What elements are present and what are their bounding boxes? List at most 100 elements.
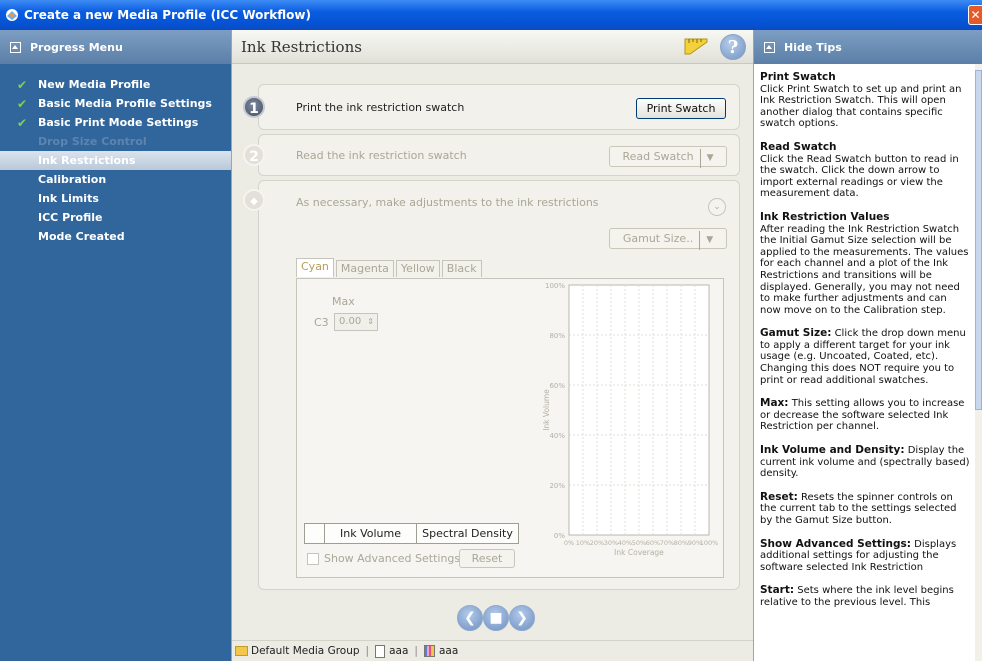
tip-text: Click Print Swatch to set up and print a… [760, 83, 962, 130]
check-icon: ✔ [17, 97, 28, 111]
spinner-arrows-icon[interactable]: ⇕ [367, 314, 374, 330]
title-bar: Create a new Media Profile (ICC Workflow… [0, 0, 982, 30]
status-bar: Default Media Group | aaa | aaa [232, 640, 754, 661]
menu-item-mode-created[interactable]: Mode Created [0, 227, 231, 246]
x-tick-label: 50% [632, 539, 646, 547]
check-icon: ✔ [17, 116, 28, 130]
tip-text: This setting allows you to increase or d… [760, 398, 965, 433]
tip-item: Read Swatch Click the Read Swatch button … [760, 140, 970, 200]
tip-item: Ink Restriction Values After reading the … [760, 211, 970, 316]
step-2-text: Read the ink restriction swatch [296, 149, 467, 162]
scrollbar-thumb[interactable] [975, 70, 982, 410]
page-header: Ink Restrictions ? [232, 30, 753, 64]
x-axis-label: Ink Coverage [614, 548, 664, 557]
channel-tab-panel: Max C3 0.00 ⇕ 0% 20% 40% 60% 80% 100% 0% 10% 20% 3… [296, 278, 724, 578]
max-spinner[interactable]: 0.00 ⇕ [334, 313, 378, 331]
tip-item: Show Advanced Settings: Displays additio… [760, 537, 970, 574]
spectral-density-toggle[interactable]: Spectral Density [417, 524, 518, 543]
menu-item-basic-media-profile-settings[interactable]: ✔ Basic Media Profile Settings [0, 94, 231, 113]
menu-item-calibration[interactable]: Calibration [0, 170, 231, 189]
x-tick-label: 60% [646, 539, 660, 547]
x-tick-label: 40% [618, 539, 632, 547]
step-3-text: As necessary, make adjustments to the in… [296, 196, 599, 209]
dropdown-arrow-icon[interactable]: ▼ [699, 231, 713, 250]
media-group-label[interactable]: Default Media Group [251, 645, 360, 657]
help-icon[interactable]: ? [720, 34, 746, 60]
step-2-number: 2 [243, 144, 265, 166]
reset-button[interactable]: Reset [459, 549, 515, 568]
menu-item-basic-print-mode-settings[interactable]: ✔ Basic Print Mode Settings [0, 113, 231, 132]
progress-menu-title: Progress Menu [30, 40, 123, 54]
tip-title: Show Advanced Settings: [760, 537, 911, 550]
channel-tabs: Cyan Magenta Yellow Black [296, 258, 484, 278]
profile-name-label[interactable]: aaa [389, 645, 408, 657]
y-tick-label: 60% [549, 382, 565, 390]
y-tick-label: 80% [549, 332, 565, 340]
tab-yellow[interactable]: Yellow [395, 260, 440, 277]
step-2-box: 2 Read the ink restriction swatch Read S… [243, 134, 740, 176]
x-tick-label: 20% [590, 539, 604, 547]
step-3-diamond-icon: ◆ [243, 189, 265, 211]
ruler-icon[interactable] [684, 37, 708, 55]
page-title: Ink Restrictions [241, 37, 362, 56]
tab-cyan[interactable]: Cyan [296, 258, 334, 277]
tab-black[interactable]: Black [441, 260, 482, 277]
back-button[interactable]: ❮ [457, 605, 483, 631]
tip-title: Reset: [760, 490, 798, 503]
app-window: Create a new Media Profile (ICC Workflow… [0, 0, 982, 661]
hide-tips-header[interactable]: Hide Tips [754, 30, 982, 64]
folder-icon [235, 646, 248, 656]
progress-menu-header[interactable]: Progress Menu [0, 30, 231, 64]
progress-menu: ✔ New Media Profile ✔ Basic Media Profile … [0, 64, 241, 246]
menu-item-ink-limits[interactable]: Ink Limits [0, 189, 231, 208]
expand-chevron-icon[interactable]: ⌄ [708, 198, 726, 216]
status-separator: | [414, 645, 418, 657]
show-advanced-checkbox[interactable] [307, 553, 319, 565]
close-window-button[interactable]: ✕ [968, 5, 982, 25]
app-icon [4, 7, 20, 23]
tip-text: Click the Read Swatch button to read in … [760, 153, 959, 200]
show-advanced-label: Show Advanced Settings [324, 552, 461, 565]
tip-title: Ink Volume and Density: [760, 444, 905, 457]
tab-magenta[interactable]: Magenta [335, 260, 394, 277]
tip-item: Ink Volume and Density: Display the curr… [760, 444, 970, 480]
y-tick-label: 20% [549, 482, 565, 490]
y-axis-label: Ink Volume [542, 389, 551, 431]
hide-tips-title: Hide Tips [784, 40, 842, 54]
menu-item-drop-size-control: Drop Size Control [38, 135, 147, 148]
menu-item-icc-profile[interactable]: ICC Profile [0, 208, 231, 227]
stop-button[interactable]: ■ [483, 605, 509, 631]
x-tick-label: 30% [604, 539, 618, 547]
next-button[interactable]: ❯ [509, 605, 535, 631]
tip-item: Print Swatch Click Print Swatch to set up… [760, 71, 970, 130]
tip-item: Max: This setting allows you to increase… [760, 397, 970, 433]
print-swatch-button[interactable]: Print Swatch [636, 98, 726, 119]
x-tick-label: 0% [564, 539, 574, 547]
tips-scrollbar[interactable] [975, 64, 982, 661]
ink-volume-toggle[interactable]: Ink Volume [325, 524, 417, 543]
tip-title: Read Swatch [760, 140, 837, 153]
x-tick-label: 80% [674, 539, 688, 547]
x-tick-label: 10% [576, 539, 590, 547]
check-icon: ✔ [17, 78, 28, 92]
read-swatch-button[interactable]: Read Swatch ▼ [609, 146, 727, 168]
menu-item-new-media-profile[interactable]: ✔ New Media Profile [0, 75, 231, 94]
print-mode-icon [423, 645, 435, 657]
tip-item: Reset: Resets the spinner controls on th… [760, 490, 970, 527]
y-tick-label: 40% [549, 432, 565, 440]
tip-title: Max: [760, 397, 789, 410]
tip-title: Start: [760, 584, 795, 597]
collapse-icon [764, 41, 775, 53]
tips-panel: Hide Tips Print Swatch Click Print Swatch… [753, 30, 982, 661]
ink-chart: 0%20%40%60%80%100%0% 10% 20% 30% 40% 50% 60% 70… [542, 282, 719, 557]
x-tick-label: 100% [700, 539, 719, 547]
dropdown-arrow-icon[interactable]: ▼ [699, 149, 714, 168]
gamut-size-button[interactable]: Gamut Size.. ▼ [609, 228, 727, 250]
print-mode-label[interactable]: aaa [439, 645, 458, 657]
step-1-text: Print the ink restriction swatch [296, 101, 465, 114]
menu-item-ink-restrictions[interactable]: Ink Restrictions [0, 151, 241, 170]
toggle-spacer [305, 524, 325, 543]
collapse-icon [10, 41, 21, 53]
document-icon [375, 644, 386, 658]
tip-title: Gamut Size: [760, 327, 832, 340]
